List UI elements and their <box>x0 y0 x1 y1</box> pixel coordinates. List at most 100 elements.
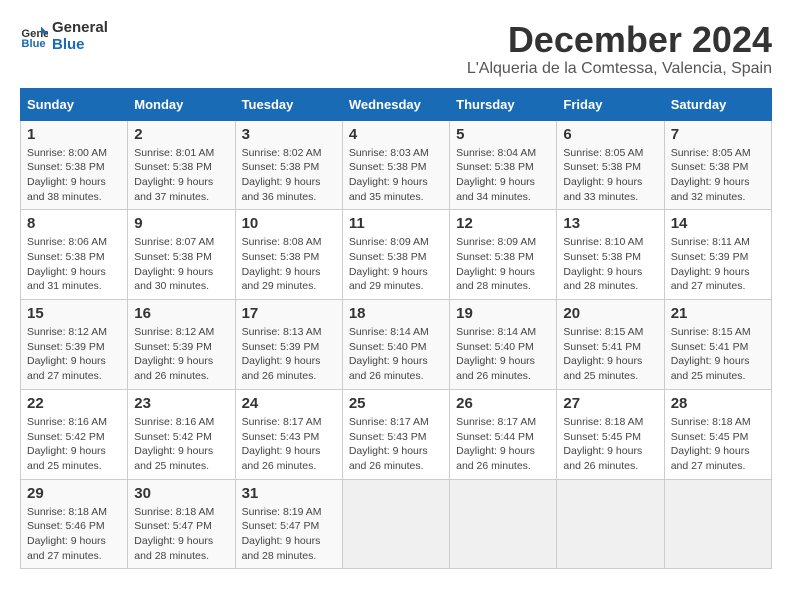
day-info: Sunrise: 8:04 AM Sunset: 5:38 PM Dayligh… <box>456 146 550 205</box>
header-thursday: Thursday <box>450 88 557 120</box>
day-number: 3 <box>242 126 336 143</box>
month-title: December 2024 <box>467 20 772 60</box>
logo-icon: General Blue <box>20 23 48 51</box>
svg-text:Blue: Blue <box>21 37 45 49</box>
header-friday: Friday <box>557 88 664 120</box>
day-number: 30 <box>134 485 228 502</box>
day-number: 24 <box>242 395 336 412</box>
day-info: Sunrise: 8:15 AM Sunset: 5:41 PM Dayligh… <box>671 325 765 384</box>
calendar-table: SundayMondayTuesdayWednesdayThursdayFrid… <box>20 88 772 570</box>
location-title: L'Alqueria de la Comtessa, Valencia, Spa… <box>467 60 772 78</box>
day-number: 2 <box>134 126 228 143</box>
calendar-cell: 5 Sunrise: 8:04 AM Sunset: 5:38 PM Daylig… <box>450 120 557 210</box>
day-info: Sunrise: 8:19 AM Sunset: 5:47 PM Dayligh… <box>242 505 336 564</box>
day-number: 5 <box>456 126 550 143</box>
calendar-cell: 7Sunrise: 8:05 AM Sunset: 5:38 PM Daylig… <box>664 120 771 210</box>
calendar-cell <box>664 479 771 569</box>
day-number: 21 <box>671 305 765 322</box>
day-number: 1 <box>27 126 121 143</box>
calendar-cell: 27 Sunrise: 8:18 AM Sunset: 5:45 PM Dayli… <box>557 389 664 479</box>
day-info: Sunrise: 8:06 AM Sunset: 5:38 PM Dayligh… <box>27 235 121 294</box>
calendar-cell: 9Sunrise: 8:07 AM Sunset: 5:38 PM Daylig… <box>128 210 235 300</box>
day-info: Sunrise: 8:14 AM Sunset: 5:40 PM Dayligh… <box>349 325 443 384</box>
calendar-cell: 13 Sunrise: 8:10 AM Sunset: 5:38 PM Dayli… <box>557 210 664 300</box>
calendar-cell: 23 Sunrise: 8:16 AM Sunset: 5:42 PM Dayli… <box>128 389 235 479</box>
calendar-cell: 29Sunrise: 8:18 AM Sunset: 5:46 PM Dayli… <box>21 479 128 569</box>
day-info: Sunrise: 8:16 AM Sunset: 5:42 PM Dayligh… <box>27 415 121 474</box>
day-number: 27 <box>563 395 657 412</box>
calendar-week-4: 22Sunrise: 8:16 AM Sunset: 5:42 PM Dayli… <box>21 389 772 479</box>
day-info: Sunrise: 8:13 AM Sunset: 5:39 PM Dayligh… <box>242 325 336 384</box>
day-info: Sunrise: 8:17 AM Sunset: 5:43 PM Dayligh… <box>242 415 336 474</box>
calendar-week-1: 1 Sunrise: 8:00 AM Sunset: 5:38 PM Daylig… <box>21 120 772 210</box>
calendar-cell: 30 Sunrise: 8:18 AM Sunset: 5:47 PM Dayli… <box>128 479 235 569</box>
calendar-week-5: 29Sunrise: 8:18 AM Sunset: 5:46 PM Dayli… <box>21 479 772 569</box>
header-wednesday: Wednesday <box>342 88 449 120</box>
calendar-header-row: SundayMondayTuesdayWednesdayThursdayFrid… <box>21 88 772 120</box>
calendar-cell: 24 Sunrise: 8:17 AM Sunset: 5:43 PM Dayli… <box>235 389 342 479</box>
calendar-cell: 8 Sunrise: 8:06 AM Sunset: 5:38 PM Daylig… <box>21 210 128 300</box>
day-info: Sunrise: 8:07 AM Sunset: 5:38 PM Dayligh… <box>134 235 228 294</box>
day-info: Sunrise: 8:01 AM Sunset: 5:38 PM Dayligh… <box>134 146 228 205</box>
day-number: 4 <box>349 126 443 143</box>
calendar-cell: 4 Sunrise: 8:03 AM Sunset: 5:38 PM Daylig… <box>342 120 449 210</box>
calendar-cell: 1 Sunrise: 8:00 AM Sunset: 5:38 PM Daylig… <box>21 120 128 210</box>
day-info: Sunrise: 8:03 AM Sunset: 5:38 PM Dayligh… <box>349 146 443 205</box>
logo-line2: Blue <box>52 37 108 54</box>
calendar-cell: 16Sunrise: 8:12 AM Sunset: 5:39 PM Dayli… <box>128 300 235 390</box>
calendar-cell <box>342 479 449 569</box>
calendar-cell: 21 Sunrise: 8:15 AM Sunset: 5:41 PM Dayli… <box>664 300 771 390</box>
calendar-cell: 10 Sunrise: 8:08 AM Sunset: 5:38 PM Dayli… <box>235 210 342 300</box>
day-number: 28 <box>671 395 765 412</box>
title-area: December 2024 L'Alqueria de la Comtessa,… <box>467 20 772 78</box>
day-number: 15 <box>27 305 121 322</box>
calendar-cell: 11Sunrise: 8:09 AM Sunset: 5:38 PM Dayli… <box>342 210 449 300</box>
day-info: Sunrise: 8:15 AM Sunset: 5:41 PM Dayligh… <box>563 325 657 384</box>
day-info: Sunrise: 8:09 AM Sunset: 5:38 PM Dayligh… <box>456 235 550 294</box>
day-number: 26 <box>456 395 550 412</box>
day-number: 20 <box>563 305 657 322</box>
day-info: Sunrise: 8:18 AM Sunset: 5:47 PM Dayligh… <box>134 505 228 564</box>
day-number: 17 <box>242 305 336 322</box>
calendar-cell: 18Sunrise: 8:14 AM Sunset: 5:40 PM Dayli… <box>342 300 449 390</box>
day-info: Sunrise: 8:02 AM Sunset: 5:38 PM Dayligh… <box>242 146 336 205</box>
header-monday: Monday <box>128 88 235 120</box>
day-info: Sunrise: 8:18 AM Sunset: 5:46 PM Dayligh… <box>27 505 121 564</box>
calendar-cell: 26Sunrise: 8:17 AM Sunset: 5:44 PM Dayli… <box>450 389 557 479</box>
calendar-week-3: 15 Sunrise: 8:12 AM Sunset: 5:39 PM Dayli… <box>21 300 772 390</box>
header-sunday: Sunday <box>21 88 128 120</box>
header-tuesday: Tuesday <box>235 88 342 120</box>
day-number: 8 <box>27 215 121 232</box>
calendar-cell: 15 Sunrise: 8:12 AM Sunset: 5:39 PM Dayli… <box>21 300 128 390</box>
calendar-cell: 6 Sunrise: 8:05 AM Sunset: 5:38 PM Daylig… <box>557 120 664 210</box>
day-info: Sunrise: 8:18 AM Sunset: 5:45 PM Dayligh… <box>671 415 765 474</box>
calendar-cell: 3 Sunrise: 8:02 AM Sunset: 5:38 PM Daylig… <box>235 120 342 210</box>
day-number: 11 <box>349 215 443 232</box>
day-number: 7 <box>671 126 765 143</box>
day-number: 6 <box>563 126 657 143</box>
day-info: Sunrise: 8:17 AM Sunset: 5:43 PM Dayligh… <box>349 415 443 474</box>
day-number: 10 <box>242 215 336 232</box>
calendar-week-2: 8 Sunrise: 8:06 AM Sunset: 5:38 PM Daylig… <box>21 210 772 300</box>
day-info: Sunrise: 8:12 AM Sunset: 5:39 PM Dayligh… <box>134 325 228 384</box>
day-info: Sunrise: 8:12 AM Sunset: 5:39 PM Dayligh… <box>27 325 121 384</box>
logo-line1: General <box>52 20 108 37</box>
day-info: Sunrise: 8:10 AM Sunset: 5:38 PM Dayligh… <box>563 235 657 294</box>
day-info: Sunrise: 8:18 AM Sunset: 5:45 PM Dayligh… <box>563 415 657 474</box>
header-saturday: Saturday <box>664 88 771 120</box>
day-info: Sunrise: 8:16 AM Sunset: 5:42 PM Dayligh… <box>134 415 228 474</box>
day-info: Sunrise: 8:08 AM Sunset: 5:38 PM Dayligh… <box>242 235 336 294</box>
calendar-cell: 31 Sunrise: 8:19 AM Sunset: 5:47 PM Dayli… <box>235 479 342 569</box>
calendar-cell: 12 Sunrise: 8:09 AM Sunset: 5:38 PM Dayli… <box>450 210 557 300</box>
day-info: Sunrise: 8:05 AM Sunset: 5:38 PM Dayligh… <box>563 146 657 205</box>
day-number: 31 <box>242 485 336 502</box>
day-info: Sunrise: 8:14 AM Sunset: 5:40 PM Dayligh… <box>456 325 550 384</box>
day-number: 12 <box>456 215 550 232</box>
calendar-cell <box>450 479 557 569</box>
page-header: General Blue General Blue December 2024 … <box>20 20 772 78</box>
calendar-cell: 20 Sunrise: 8:15 AM Sunset: 5:41 PM Dayli… <box>557 300 664 390</box>
day-number: 13 <box>563 215 657 232</box>
day-number: 19 <box>456 305 550 322</box>
day-info: Sunrise: 8:00 AM Sunset: 5:38 PM Dayligh… <box>27 146 121 205</box>
day-number: 23 <box>134 395 228 412</box>
